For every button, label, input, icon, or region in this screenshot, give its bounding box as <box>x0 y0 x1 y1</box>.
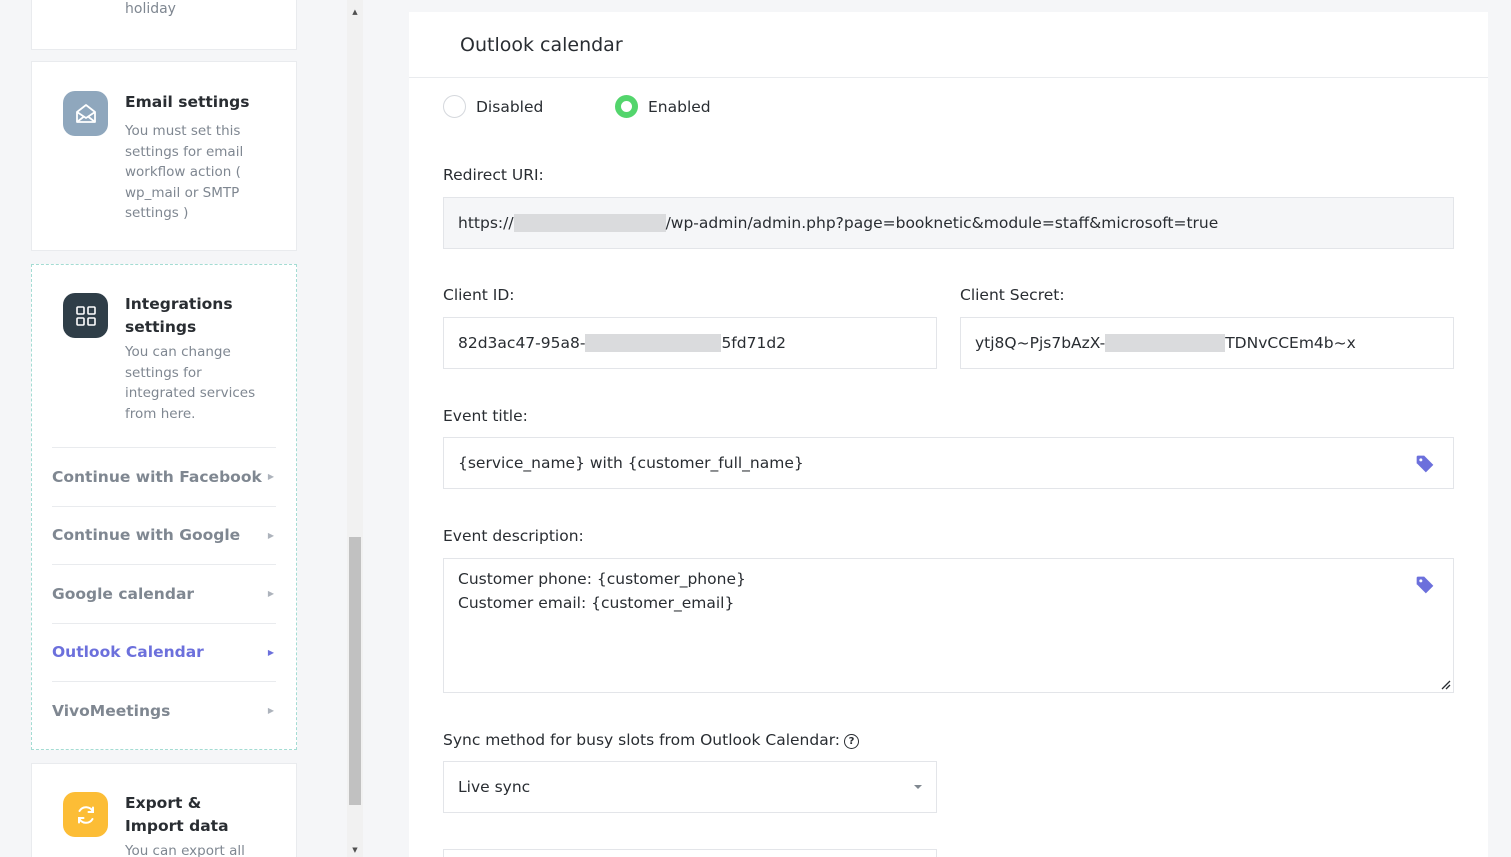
sidebar-item-label: Continue with Facebook <box>52 467 262 486</box>
event-description-line: Customer email: {customer_email} <box>458 594 735 612</box>
scrollbar-thumb[interactable] <box>349 537 361 805</box>
scroll-down-arrow-icon[interactable]: ▼ <box>347 842 363 857</box>
sidebar-item-label: VivoMeetings <box>52 701 171 720</box>
sidebar-item-label: Google calendar <box>52 584 195 603</box>
event-description-textarea[interactable]: Customer phone: {customer_phone} Custome… <box>443 558 1454 693</box>
client-secret-suffix: TDNvCCEm4b~x <box>1225 334 1356 352</box>
sidebar-item-google[interactable]: Continue with Google ▶ <box>52 505 276 565</box>
tag-icon[interactable] <box>1415 575 1435 595</box>
sidebar-item-facebook[interactable]: Continue with Facebook ▶ <box>52 447 276 506</box>
redirect-uri-field[interactable]: https:// /wp-admin/admin.php?page=booknet… <box>443 197 1454 249</box>
radio-enabled-label: Enabled <box>648 97 711 116</box>
client-id-prefix: 82d3ac47-95a8- <box>458 334 586 352</box>
resize-handle-icon[interactable] <box>1439 678 1451 690</box>
event-description-line: Customer phone: {customer_phone} <box>458 570 746 588</box>
redirect-uri-suffix: /wp-admin/admin.php?page=booknetic&modul… <box>665 214 1219 232</box>
email-settings-card[interactable]: Email settings You must set this setting… <box>31 61 297 251</box>
caret-right-icon: ▶ <box>267 647 274 657</box>
sidebar-scrollbar[interactable]: ▲ ▼ <box>347 0 363 857</box>
integrations-settings-desc: You can change settings for integrated s… <box>125 344 256 422</box>
holiday-card-desc: holiday <box>125 1 176 17</box>
email-settings-title: Email settings <box>125 93 250 111</box>
redacted-block <box>1105 334 1226 352</box>
client-id-suffix: 5fd71d2 <box>721 334 787 352</box>
caret-right-icon: ▶ <box>267 472 274 482</box>
client-secret-label: Client Secret: <box>960 286 1065 304</box>
caret-right-icon: ▶ <box>267 706 274 716</box>
radio-disabled[interactable]: Disabled <box>443 95 543 118</box>
holiday-card[interactable]: holiday <box>31 0 297 50</box>
sidebar-item-label: Continue with Google <box>52 526 241 545</box>
event-title-input[interactable]: {service_name} with {customer_full_name} <box>443 437 1454 489</box>
export-import-card[interactable]: Export & Import data You can export all <box>31 763 297 857</box>
email-settings-desc: You must set this settings for email wor… <box>125 123 244 221</box>
integrations-settings-card[interactable]: Integrations settings You can change set… <box>31 264 297 750</box>
tag-icon[interactable] <box>1415 454 1435 474</box>
chevron-down-icon <box>914 785 922 789</box>
integrations-settings-title: Integrations settings <box>125 295 233 336</box>
caret-right-icon: ▶ <box>267 589 274 599</box>
client-secret-prefix: ytj8Q~Pjs7bAzX- <box>975 334 1106 352</box>
radio-enabled[interactable]: Enabled <box>615 95 711 118</box>
settings-sidebar: holiday Email settings You must set this… <box>0 0 347 857</box>
panel-header: Outlook calendar <box>409 12 1488 78</box>
help-question-icon[interactable]: ? <box>844 734 860 749</box>
scroll-up-arrow-icon[interactable]: ▲ <box>347 4 363 20</box>
radio-disabled-label: Disabled <box>476 97 544 116</box>
integrations-sub-list: Continue with Facebook ▶ Continue with G… <box>52 447 276 740</box>
right-margin <box>1488 0 1511 857</box>
redirect-uri-label: Redirect URI: <box>443 166 544 184</box>
export-import-title: Export & Import data <box>125 794 229 835</box>
grid-integration-icon <box>63 293 108 338</box>
radio-circle-icon <box>443 95 466 118</box>
outlook-calendar-panel: Outlook calendar Disabled Enabled Redire… <box>409 12 1488 857</box>
event-title-value: {service_name} with {customer_full_name} <box>458 454 804 472</box>
sync-icon <box>63 792 108 837</box>
redacted-block <box>585 334 722 352</box>
sync-method-label: Sync method for busy slots from Outlook … <box>443 731 860 749</box>
sidebar-item-vivomeetings[interactable]: VivoMeetings ▶ <box>52 681 276 740</box>
sync-method-label-text: Sync method for busy slots from Outlook … <box>443 731 841 749</box>
client-secret-field[interactable]: ytj8Q~Pjs7bAzX- TDNvCCEm4b~x <box>960 317 1454 369</box>
sync-method-value: Live sync <box>458 778 531 796</box>
export-import-desc: You can export all <box>125 843 245 857</box>
sidebar-item-google-calendar[interactable]: Google calendar ▶ <box>52 564 276 623</box>
event-description-label: Event description: <box>443 527 584 545</box>
redirect-uri-prefix: https:// <box>458 214 514 232</box>
client-id-field[interactable]: 82d3ac47-95a8- 5fd71d2 <box>443 317 937 369</box>
next-field-partial[interactable] <box>443 849 937 857</box>
page-title: Outlook calendar <box>460 33 623 56</box>
sidebar-item-label: Outlook Calendar <box>52 643 204 662</box>
sidebar-item-outlook-calendar[interactable]: Outlook Calendar ▶ <box>52 622 276 682</box>
redacted-block <box>513 214 666 232</box>
radio-checked-icon <box>615 95 638 118</box>
envelope-open-icon <box>63 91 108 136</box>
event-title-label: Event title: <box>443 407 528 425</box>
sync-method-select[interactable]: Live sync <box>443 761 937 813</box>
client-id-label: Client ID: <box>443 286 515 304</box>
caret-right-icon: ▶ <box>267 530 274 540</box>
